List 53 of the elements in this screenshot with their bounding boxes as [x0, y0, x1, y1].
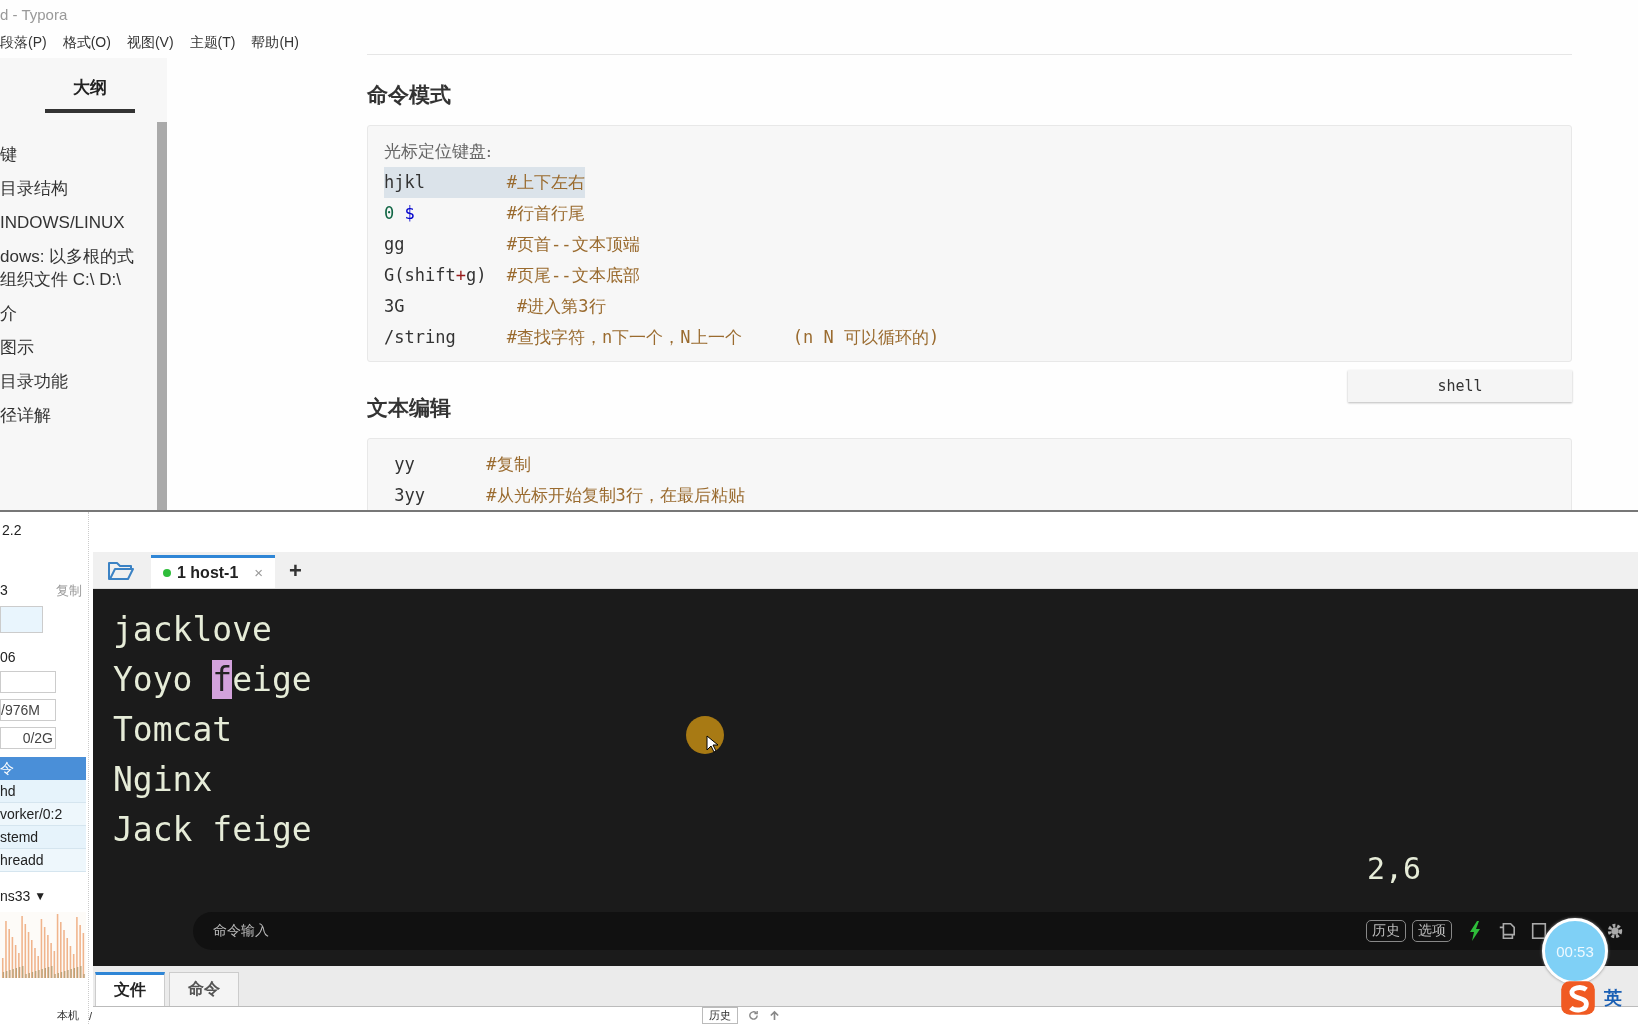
- code-line: 光标定位键盘:: [384, 140, 492, 163]
- session-tab[interactable]: 1 host-1 ×: [151, 554, 276, 588]
- toolbar-button[interactable]: 历史: [1366, 920, 1406, 943]
- terminal-line: Tomcat: [113, 708, 233, 751]
- code-line: G(shift+g) #页尾--文本底部: [384, 264, 640, 287]
- toolbar-button[interactable]: 选项: [1412, 920, 1452, 943]
- location-label: 本机: [57, 1008, 79, 1023]
- add-tab-button[interactable]: +: [289, 557, 302, 584]
- section-heading: 命令模式: [367, 82, 452, 108]
- window-title: d - Typora: [0, 5, 68, 23]
- process-row[interactable]: stemd: [0, 826, 86, 849]
- outline-item[interactable]: 键: [0, 143, 136, 166]
- panel-tab[interactable]: 命令: [169, 972, 239, 1006]
- command-input[interactable]: 命令输入: [213, 922, 269, 941]
- language-field[interactable]: shell: [1348, 370, 1572, 402]
- outline-item[interactable]: 目录功能: [0, 370, 136, 393]
- usage-field: /976M: [0, 699, 56, 721]
- section-heading: 文本编辑: [367, 395, 452, 421]
- process-row[interactable]: vorker/0:2: [0, 803, 86, 826]
- menu-item[interactable]: 格式(O): [62, 34, 111, 52]
- process-row[interactable]: hd: [0, 780, 86, 803]
- info-text: 3: [0, 582, 8, 600]
- menu-item[interactable]: 主题(T): [189, 34, 236, 52]
- code-line: /string #查找字符，n下一个，N上一个 (n N 可以循环的): [384, 326, 940, 349]
- menu-item[interactable]: 视图(V): [126, 34, 174, 52]
- outline-item[interactable]: 径详解: [0, 404, 136, 427]
- terminal-line: Yoyo feige: [113, 658, 312, 701]
- terminal-line: jacklove: [113, 608, 272, 651]
- code-line: 3G #进入第3行: [384, 295, 606, 318]
- interface-label[interactable]: ns33: [0, 888, 31, 904]
- cursor-position: 2,6: [1367, 850, 1422, 886]
- history-button[interactable]: 历史: [702, 1007, 739, 1024]
- code-line: yy #复制: [393, 453, 531, 476]
- outline-item[interactable]: 目录结构: [0, 177, 136, 200]
- process-row[interactable]: hreadd: [0, 849, 86, 872]
- menu-item[interactable]: 段落(P): [0, 34, 47, 52]
- code-line: 3yy #从光标开始复制3行，在最后粘贴: [393, 484, 745, 507]
- code-line: gg #页首--文本顶端: [384, 233, 640, 256]
- outline-item[interactable]: INDOWS/LINUX: [0, 211, 136, 234]
- outline-item[interactable]: dows: 以多根的式组织文件 C:\ D:\: [0, 245, 136, 291]
- caret-icon[interactable]: ▼: [34, 889, 47, 903]
- panel-tab[interactable]: 文件: [95, 972, 165, 1006]
- terminal-line: Nginx: [113, 758, 213, 801]
- outline-item[interactable]: 图示: [0, 336, 136, 359]
- version-label: 2.2: [2, 522, 23, 538]
- outline-tab[interactable]: 大纲: [44, 76, 135, 113]
- usage-field: 0/2G: [0, 727, 56, 749]
- terminal-line: Jack feige: [113, 808, 312, 851]
- code-line: 0 $ #行首行尾: [384, 202, 586, 225]
- info-text: 06: [0, 649, 17, 665]
- menu-item[interactable]: 帮助(H): [251, 34, 299, 52]
- outline-item[interactable]: 介: [0, 302, 136, 325]
- path-label: /: [89, 1009, 93, 1022]
